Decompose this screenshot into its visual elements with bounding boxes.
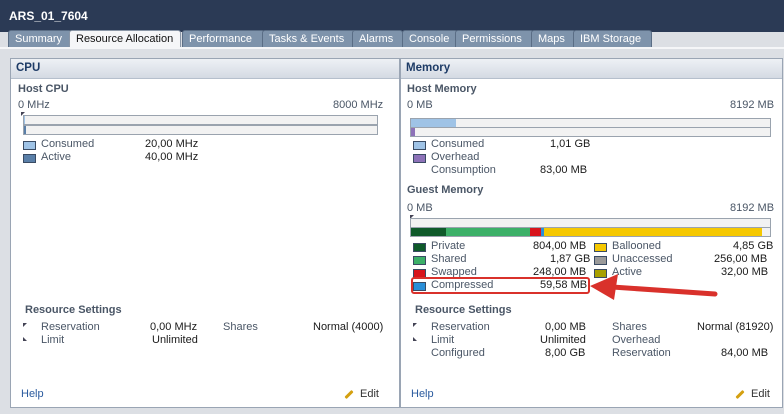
annotation-arrow-icon bbox=[590, 274, 718, 300]
